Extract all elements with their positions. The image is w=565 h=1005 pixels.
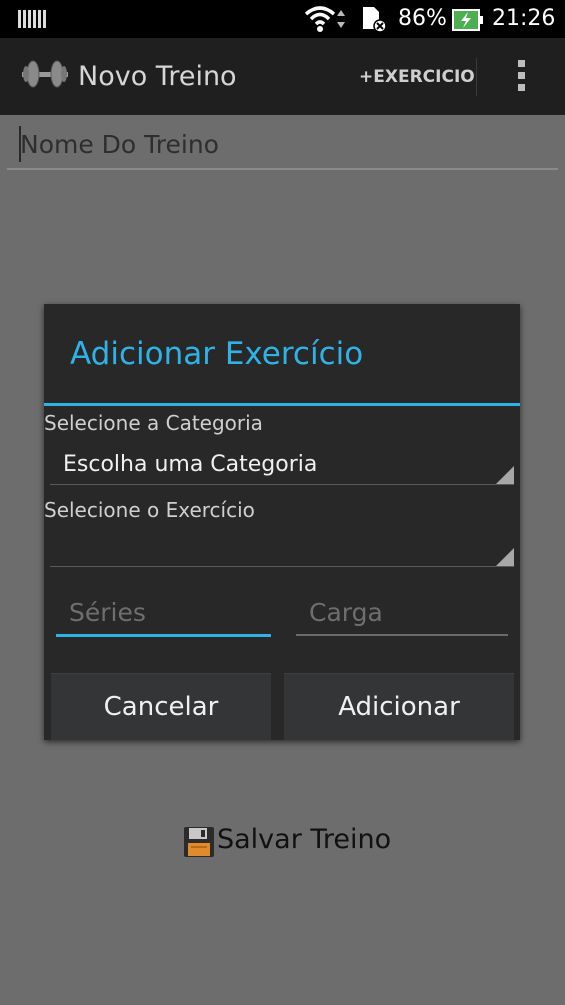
clock: 21:26 <box>492 6 556 31</box>
carga-input[interactable]: Carga <box>296 592 508 636</box>
carga-placeholder: Carga <box>309 598 383 627</box>
add-exercise-dialog: Adicionar Exercício Selecione a Categori… <box>44 304 520 740</box>
floppy-disk-icon <box>183 826 215 862</box>
dialog-title: Adicionar Exercício <box>70 336 364 372</box>
add-button[interactable]: Adicionar <box>284 673 514 740</box>
save-workout-label: Salvar Treino <box>217 824 392 855</box>
series-placeholder: Séries <box>69 598 146 627</box>
dialog-title-divider <box>44 403 520 406</box>
workout-name-placeholder: Nome Do Treino <box>20 130 219 159</box>
dumbbell-icon[interactable] <box>20 56 70 96</box>
battery-charging-icon <box>452 9 484 35</box>
dropdown-arrow-icon <box>496 548 514 566</box>
dropdown-arrow-icon <box>496 466 514 484</box>
signal-icon <box>18 10 46 28</box>
sd-card-icon <box>360 5 388 37</box>
action-bar: Novo Treino +EXERCICIO <box>0 38 565 115</box>
workout-name-field[interactable]: Nome Do Treino <box>7 118 558 170</box>
battery-percent: 86% <box>398 6 447 31</box>
category-selected-value: Escolha uma Categoria <box>63 452 318 477</box>
action-bar-divider <box>476 58 477 96</box>
overflow-menu-icon[interactable] <box>514 60 528 96</box>
status-bar: 86% 21:26 <box>0 0 565 38</box>
wifi-icon <box>304 4 348 38</box>
series-input[interactable]: Séries <box>56 592 271 637</box>
add-exercise-button[interactable]: +EXERCICIO <box>359 67 475 87</box>
cancel-button[interactable]: Cancelar <box>51 673 271 740</box>
exercise-spinner[interactable] <box>50 530 514 567</box>
exercise-label: Selecione o Exercício <box>44 498 255 522</box>
category-label: Selecione a Categoria <box>44 411 263 435</box>
category-spinner[interactable]: Escolha uma Categoria <box>50 448 514 485</box>
page-title: Novo Treino <box>78 61 237 92</box>
